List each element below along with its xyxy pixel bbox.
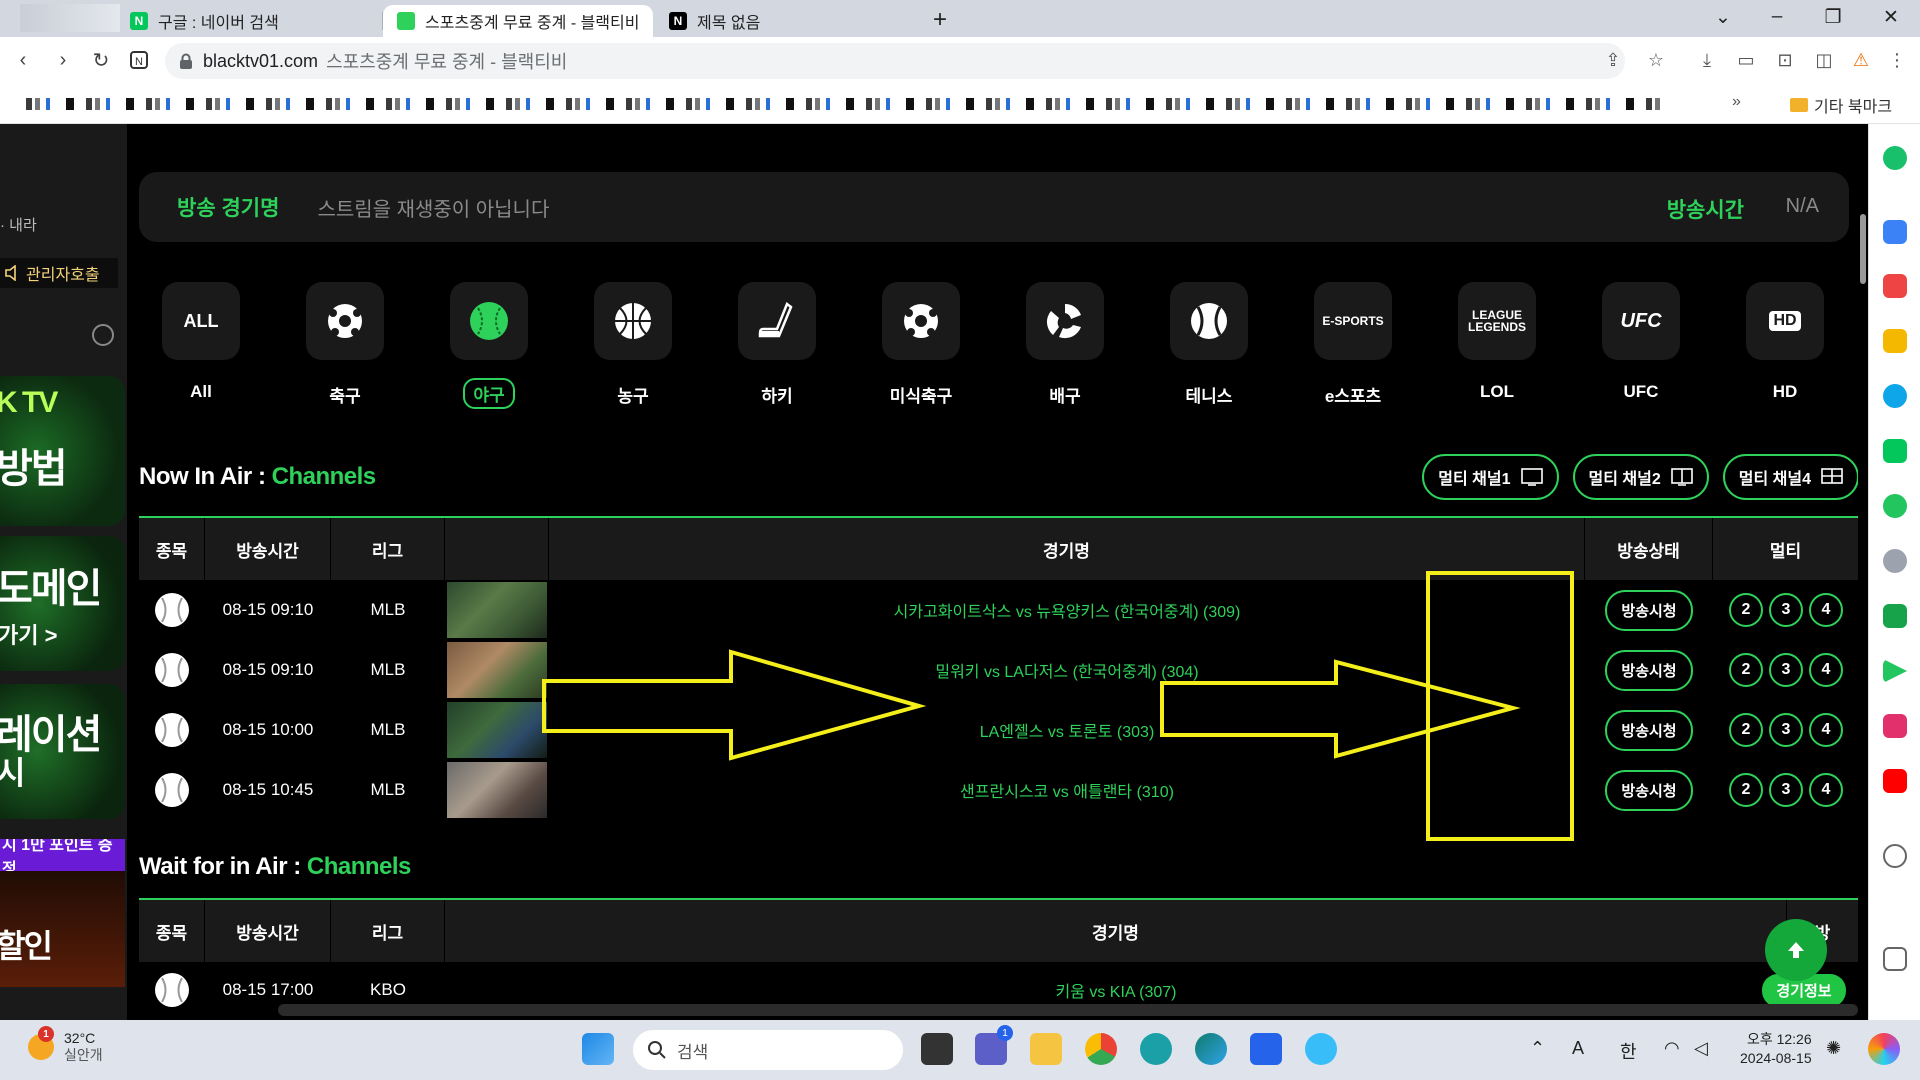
side-face-icon[interactable] [1883, 549, 1907, 573]
weather-badge: 1 [38, 1026, 54, 1042]
task-view-icon[interactable] [921, 1033, 953, 1065]
wifi-icon[interactable]: ◠ [1664, 1038, 1680, 1059]
side-edge-icon[interactable] [1883, 384, 1907, 408]
search-placeholder: 검색 [677, 1042, 709, 1062]
annotation-highlight-box [1426, 571, 1574, 841]
notepad-icon[interactable] [1250, 1033, 1282, 1065]
network-app-icon[interactable] [1305, 1033, 1337, 1065]
side-player-icon[interactable] [1883, 659, 1907, 683]
start-windows-icon[interactable] [582, 1033, 614, 1065]
browser-side-panel [1868, 124, 1920, 1020]
taskbar-search[interactable]: 검색 [633, 1030, 903, 1070]
weather-widget[interactable]: 1 32°C 실안개 [28, 1026, 103, 1064]
tray-chevron-icon[interactable]: ⌃ [1530, 1038, 1545, 1059]
search-icon [648, 1041, 666, 1059]
volume-icon[interactable]: ◁ [1694, 1038, 1708, 1059]
notification-icon[interactable]: ✺ [1826, 1038, 1841, 1059]
annotation-overlay [542, 649, 1521, 761]
chrome-icon[interactable] [1085, 1033, 1117, 1065]
taskbar-clock[interactable]: 오후 12:26 2024-08-15 [1740, 1030, 1812, 1068]
edge-icon[interactable] [1195, 1033, 1227, 1065]
side-play-icon[interactable] [1883, 494, 1907, 518]
file-explorer-icon[interactable] [1030, 1033, 1062, 1065]
weather-desc: 실안개 [64, 1047, 103, 1063]
side-webtoon-icon[interactable] [1883, 604, 1907, 628]
side-naver-icon[interactable] [1883, 439, 1907, 463]
weather-temp: 32°C [64, 1030, 96, 1046]
teams-chat-icon[interactable]: 1 [975, 1025, 1013, 1065]
side-pocket-icon[interactable] [1883, 274, 1907, 298]
side-youtube-icon[interactable] [1883, 769, 1907, 793]
side-bag-icon[interactable] [1883, 220, 1907, 244]
windows-taskbar: 1 32°C 실안개 검색 1 ⌃ A 한 ◠ ◁ 오후 12:26 2024-0… [0, 1020, 1920, 1080]
ime-mode[interactable]: A [1572, 1038, 1584, 1059]
weather-icon: 1 [28, 1026, 54, 1060]
ime-language[interactable]: 한 [1620, 1038, 1637, 1064]
side-app-icon[interactable] [1883, 146, 1907, 170]
side-add-icon[interactable] [1883, 844, 1907, 868]
side-star-icon[interactable] [1883, 329, 1907, 353]
whale-browser-icon[interactable] [1140, 1033, 1172, 1065]
annotation-arrow-left [542, 649, 927, 761]
side-instagram-icon[interactable] [1883, 714, 1907, 738]
side-external-icon[interactable] [1883, 947, 1907, 971]
copilot-icon[interactable] [1868, 1033, 1900, 1065]
